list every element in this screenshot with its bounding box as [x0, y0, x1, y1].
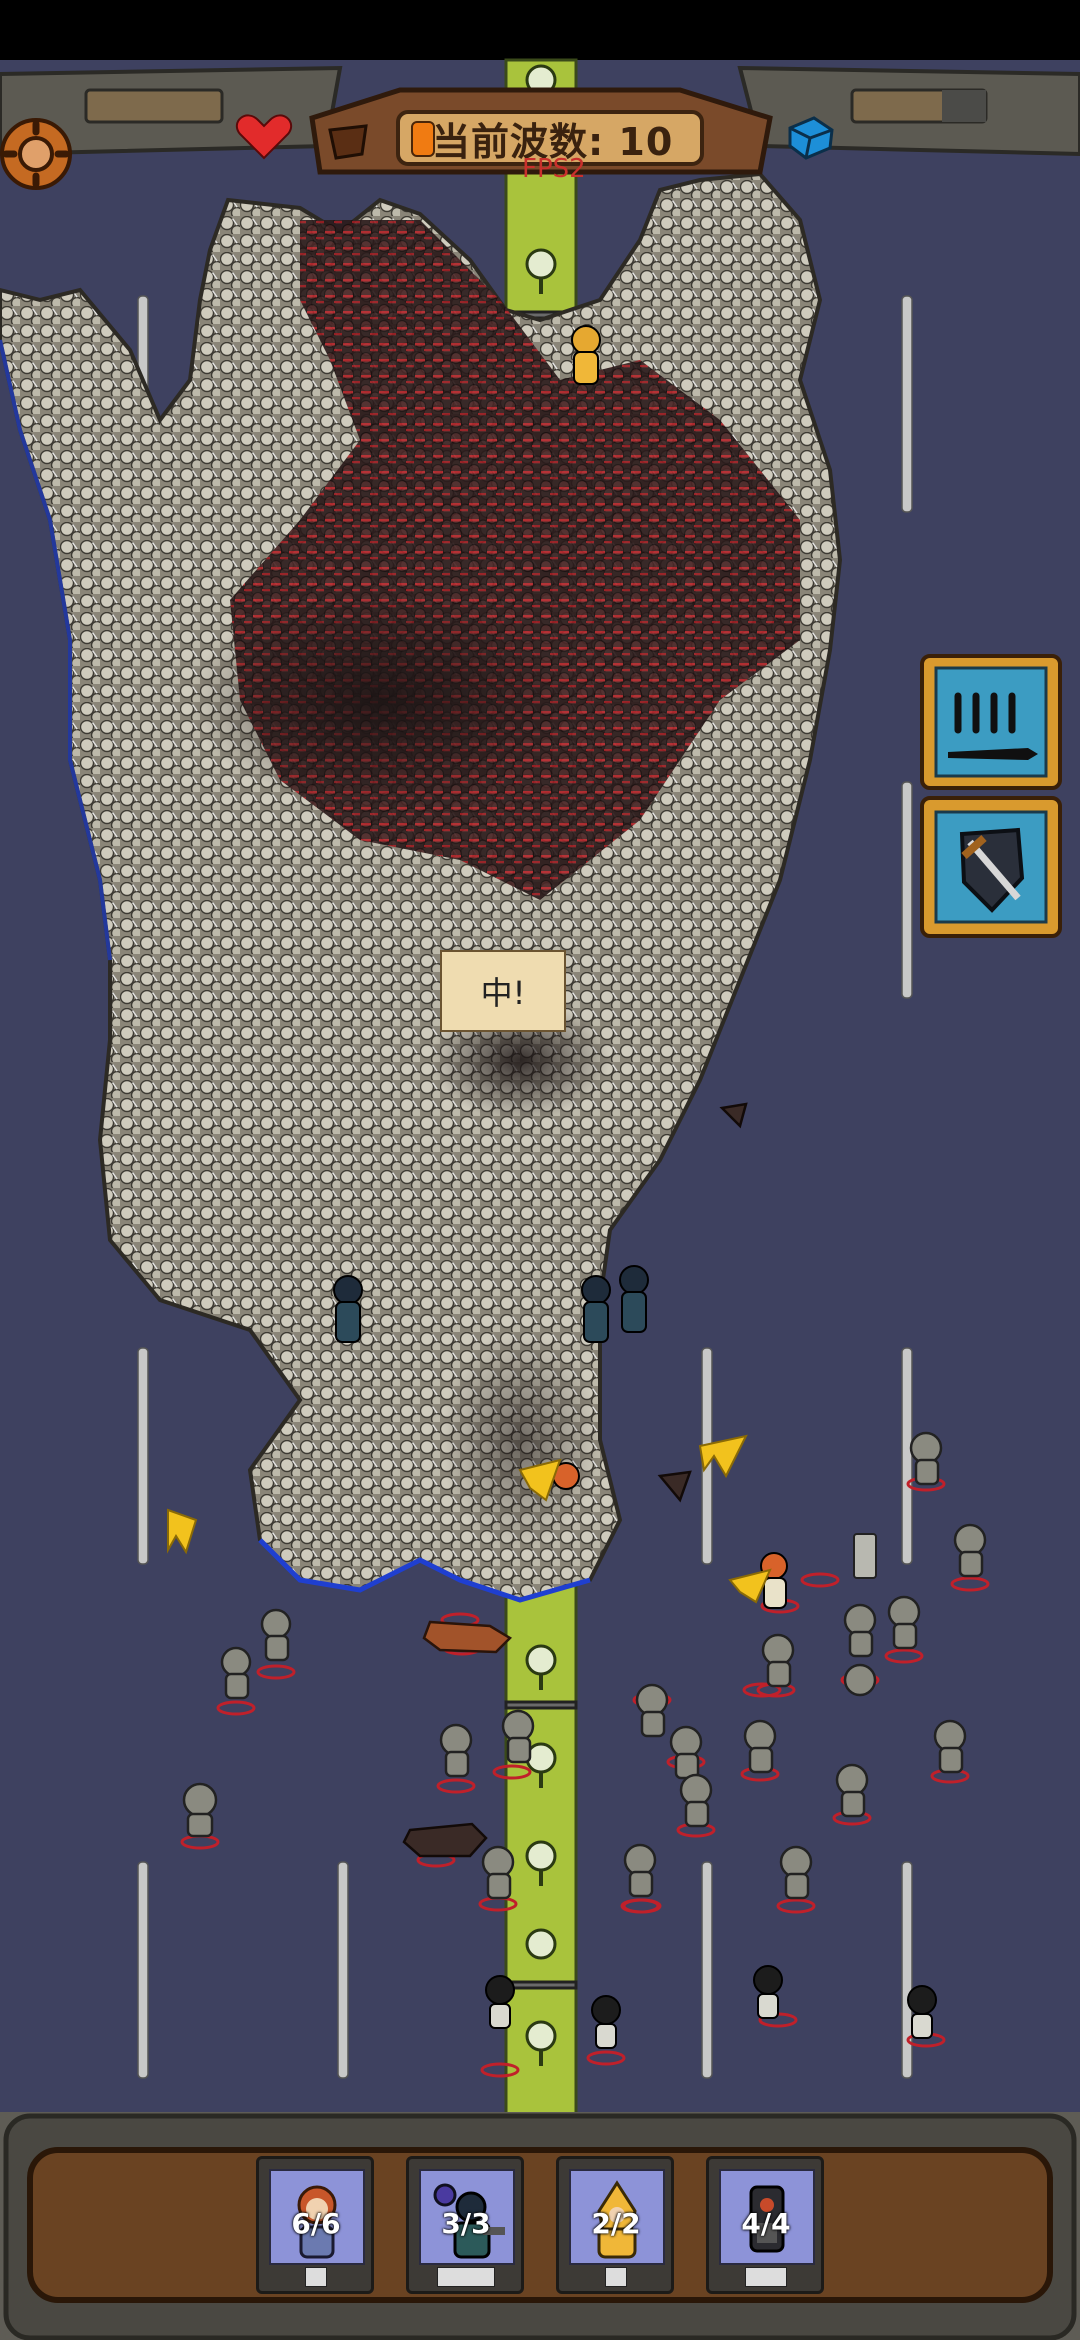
sword-shield-icon [920, 796, 1062, 938]
unit-count: 3/3 [441, 2207, 491, 2240]
skill-slot-icon [605, 2267, 627, 2287]
swords-icon [920, 654, 1062, 790]
blue-cube-icon [788, 116, 834, 160]
battlefield [0, 0, 1080, 2340]
status-bar [0, 0, 1080, 60]
speech-bubble: 中! [440, 950, 566, 1032]
unit-card-mage[interactable]: 3/3 [406, 2156, 524, 2294]
skill-slot-icon [745, 2267, 787, 2287]
heart-icon [235, 114, 293, 160]
unit-card-tank[interactable]: 4/4 [706, 2156, 824, 2294]
fps-counter: FPS2 [522, 154, 586, 184]
settings-button[interactable] [0, 112, 80, 196]
game-stage: 当前波数: 10 FPS2 中! 6/6 3/3 2/2 4/4 [0, 0, 1080, 2340]
sword-shield-skill-button[interactable] [918, 794, 1064, 940]
unit-card-monk[interactable]: 2/2 [556, 2156, 674, 2294]
unit-count: 4/4 [741, 2207, 791, 2240]
unit-card-archer[interactable]: 6/6 [256, 2156, 374, 2294]
sword-barrage-skill-button[interactable] [918, 652, 1064, 792]
shield-icon [328, 124, 368, 160]
unit-count: 6/6 [291, 2207, 341, 2240]
health-indicator [234, 112, 294, 162]
skill-slot-icon [305, 2267, 327, 2287]
gear-icon [0, 118, 72, 190]
unit-panel [0, 2112, 1080, 2340]
unit-count: 2/2 [591, 2207, 641, 2240]
skill-slot-icon [437, 2267, 495, 2287]
hud-shield [326, 122, 372, 162]
resource-indicator [784, 112, 836, 164]
